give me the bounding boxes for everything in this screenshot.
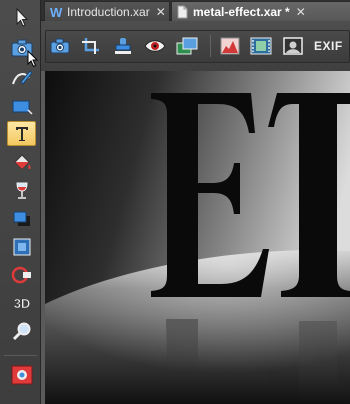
text-tool[interactable] <box>7 121 36 146</box>
svg-text:3D: 3D <box>13 296 30 311</box>
crop-icon <box>82 38 99 54</box>
camera-icon <box>50 38 70 54</box>
bevel-icon <box>13 238 30 255</box>
exif-button[interactable]: EXIF <box>314 39 343 53</box>
tools-toolbar: 3D <box>0 0 41 404</box>
arrow-pointer-icon <box>16 7 28 27</box>
freehand-tool[interactable] <box>7 65 36 90</box>
clone-stamp-button[interactable] <box>111 35 135 57</box>
tab-introduction[interactable]: W Introduction.xar ✕ <box>44 1 170 21</box>
metal-effect-artwork <box>41 71 350 404</box>
document-canvas[interactable] <box>41 71 350 404</box>
shadow-icon <box>13 211 30 226</box>
w-document-icon: W <box>50 6 63 18</box>
close-tab-icon[interactable]: ✕ <box>296 5 306 19</box>
3d-icon: 3D <box>13 295 30 311</box>
close-tab-icon[interactable]: ✕ <box>156 5 166 19</box>
photo-tool-infobar: EXIF <box>41 21 350 71</box>
rectangle-tool[interactable] <box>7 94 36 119</box>
photo-tool-button[interactable] <box>48 35 72 57</box>
photo-frame-button[interactable] <box>281 35 305 57</box>
filmstrip-icon <box>250 37 272 55</box>
toolbar-separator <box>210 35 211 57</box>
rectangle-icon <box>12 100 33 115</box>
filmstrip-button[interactable] <box>249 35 273 57</box>
live-effects-tool[interactable] <box>7 362 36 387</box>
extrude-tool[interactable]: 3D <box>7 290 36 315</box>
tab-label: Introduction.xar <box>67 4 150 19</box>
contour-tool[interactable] <box>7 262 36 287</box>
live-effects-icon <box>11 365 32 384</box>
tab-label: metal-effect.xar * <box>193 4 290 19</box>
zoom-tool[interactable] <box>7 318 36 343</box>
transparency-tool[interactable] <box>7 178 36 203</box>
levels-icon <box>220 37 240 55</box>
selector-tool[interactable] <box>7 5 36 30</box>
eye-icon <box>144 40 166 52</box>
contour-icon <box>11 266 31 283</box>
document-tab-strip: W Introduction.xar ✕ metal-effect.xar * … <box>41 0 350 21</box>
tab-metal-effect[interactable]: metal-effect.xar * ✕ <box>171 1 350 21</box>
picture-icon <box>283 37 303 55</box>
brightness-contrast-button[interactable] <box>175 35 199 57</box>
fill-tool[interactable] <box>7 150 36 175</box>
document-icon <box>177 5 188 18</box>
svg-text:W: W <box>50 6 63 18</box>
shadow-tool[interactable] <box>7 206 36 231</box>
toolbar-divider <box>4 355 37 356</box>
bevel-tool[interactable] <box>7 234 36 259</box>
magnifier-icon <box>12 322 30 340</box>
crop-button[interactable] <box>79 35 103 57</box>
image-adjust-icon <box>176 37 198 55</box>
wine-glass-icon <box>15 182 28 199</box>
paint-bucket-icon <box>13 153 31 170</box>
levels-button[interactable] <box>218 35 242 57</box>
stamp-icon <box>115 38 131 54</box>
freehand-pen-icon <box>11 69 33 85</box>
text-t-icon <box>15 126 28 141</box>
red-eye-button[interactable] <box>143 35 167 57</box>
